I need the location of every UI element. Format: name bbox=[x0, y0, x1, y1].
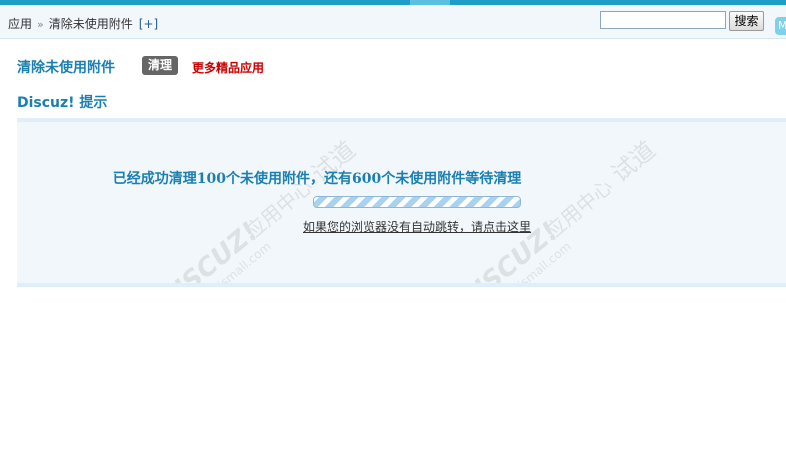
corner-menu-button[interactable]: M bbox=[775, 17, 786, 35]
watermark-left: DISCUZ! 应用中心 addon.dismall.com 试道 bbox=[152, 136, 361, 283]
search-input[interactable] bbox=[600, 11, 726, 29]
nav-bar: 应用 » 清除未使用附件 [+] 搜索 M bbox=[0, 5, 786, 39]
breadcrumb: 应用 » 清除未使用附件 [+] bbox=[8, 15, 158, 32]
tip-heading: Discuz! 提示 bbox=[17, 95, 108, 111]
message-box: DISCUZ! 应用中心 addon.dismall.com 试道 DISCUZ… bbox=[17, 118, 786, 287]
breadcrumb-item-current[interactable]: 清除未使用附件 bbox=[49, 17, 133, 31]
search-button[interactable]: 搜索 bbox=[729, 11, 764, 31]
breadcrumb-separator: » bbox=[37, 18, 44, 31]
redirect-link[interactable]: 如果您的浏览器没有自动跳转，请点击这里 bbox=[303, 218, 531, 235]
breadcrumb-item-apps[interactable]: 应用 bbox=[8, 17, 32, 31]
add-shortcut-button[interactable]: [+] bbox=[139, 17, 158, 31]
progress-fill bbox=[314, 197, 520, 207]
progress-bar bbox=[313, 196, 521, 208]
page-title: 清除未使用附件 bbox=[17, 60, 115, 76]
more-apps-link[interactable]: 更多精品应用 bbox=[192, 59, 264, 76]
status-message: 已经成功清理100个未使用附件，还有600个未使用附件等待清理 bbox=[112, 171, 522, 187]
clean-button[interactable]: 清理 bbox=[142, 56, 179, 75]
watermark-right: DISCUZ! 应用中心 addon.dismall.com 试道 bbox=[452, 136, 661, 283]
